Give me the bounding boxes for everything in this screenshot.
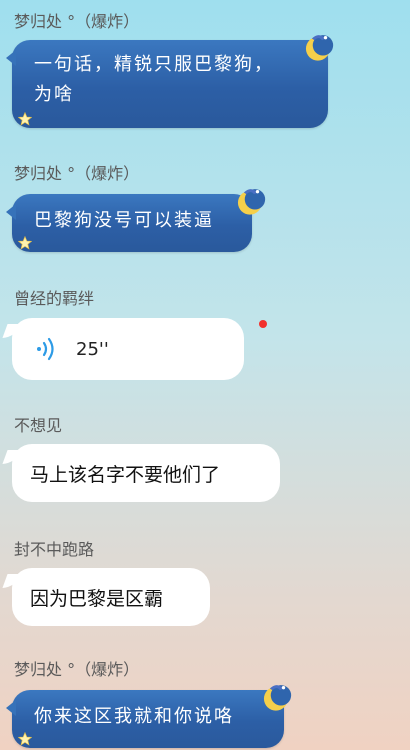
themed-message-bubble[interactable]: 一句话，精锐只服巴黎狗， 为啥: [6, 40, 328, 128]
sender-name: 梦归处 °（爆炸）: [14, 164, 140, 183]
star-icon: [18, 112, 32, 126]
message-text-line: 巴黎狗没号可以装逼: [34, 210, 214, 231]
message-text-line: 你来这区我就和你说咯: [34, 706, 234, 727]
star-icon: [18, 732, 32, 746]
text-message-bubble[interactable]: 马上该名字不要他们了: [12, 444, 280, 502]
moon-sticker-icon: [237, 189, 266, 215]
text-message-bubble[interactable]: 因为巴黎是区霸: [12, 568, 210, 626]
moon-sticker-icon: [305, 35, 334, 61]
sender-name: 曾经的羁绊: [14, 289, 95, 308]
message-text: 因为巴黎是区霸: [30, 587, 164, 610]
themed-message-bubble[interactable]: 巴黎狗没号可以装逼: [6, 194, 252, 252]
voice-duration: 25'': [76, 338, 109, 360]
sender-name: 封不中跑路: [14, 540, 95, 559]
themed-message-bubble[interactable]: 你来这区我就和你说咯: [6, 690, 284, 748]
star-icon: [18, 236, 32, 250]
sender-name: 不想见: [14, 416, 63, 435]
message-text-line: 为啥: [34, 84, 74, 105]
chat-message-list[interactable]: 梦归处 °（爆炸） 一句话，精锐只服巴黎狗， 为啥 梦归处 °（爆炸） 巴黎狗没…: [0, 0, 410, 750]
sender-name: 梦归处 °（爆炸）: [14, 12, 140, 31]
voice-wave-icon: [37, 337, 54, 361]
unread-dot: [259, 320, 267, 328]
voice-message-bubble[interactable]: 25'': [12, 318, 244, 380]
message-text-line: 一句话，精锐只服巴黎狗，: [34, 54, 274, 75]
moon-sticker-icon: [263, 685, 292, 711]
sender-name: 梦归处 °（爆炸）: [14, 660, 140, 679]
message-text: 马上该名字不要他们了: [30, 463, 221, 486]
